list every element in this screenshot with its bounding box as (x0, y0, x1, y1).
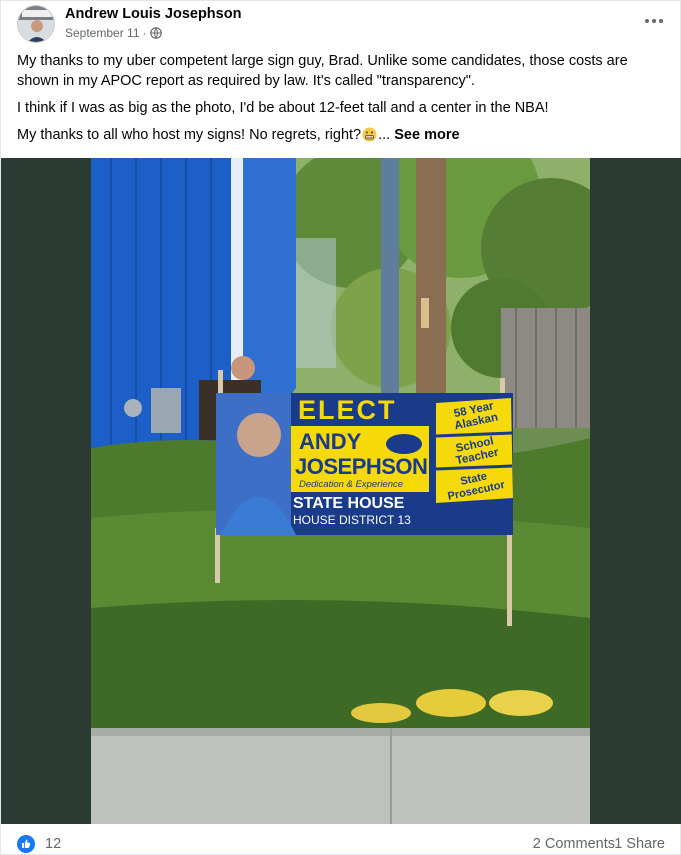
like-reaction-icon[interactable] (17, 835, 35, 853)
sign-elect: ELECT (298, 395, 397, 425)
sign-last-name: JOSEPHSON (295, 454, 428, 479)
sign-tagline: Dedication & Experience (299, 479, 404, 490)
post-meta: September 11 · (65, 26, 162, 40)
grimace-emoji-icon (362, 127, 377, 142)
post-paragraph-1: My thanks to my uber competent large sig… (17, 53, 628, 89)
post-last-line: My thanks to all who host my signs! No r… (17, 127, 362, 143)
ellipsis: ... (378, 127, 391, 143)
like-count[interactable]: 12 (45, 836, 61, 852)
post-paragraph-2: I think if I was as big as the photo, I'… (17, 100, 549, 116)
author-avatar[interactable] (17, 5, 55, 43)
post-photo[interactable]: ELECT ANDY JOSEPHSON Dedication & Experi… (91, 158, 590, 824)
author-name[interactable]: Andrew Louis Josephson (65, 6, 241, 22)
post-header: Andrew Louis Josephson September 11 · (17, 5, 667, 45)
shares-link[interactable]: 1 Share (614, 836, 665, 852)
photo-container: ELECT ANDY JOSEPHSON Dedication & Experi… (1, 158, 681, 824)
post-paragraph-3: My thanks to all who host my signs! No r… (17, 125, 667, 145)
post-date[interactable]: September 11 (65, 26, 140, 40)
meta-separator: · (142, 26, 147, 40)
sign-first-name: ANDY (299, 429, 362, 454)
post-text: My thanks to my uber competent large sig… (17, 51, 667, 152)
see-more-link[interactable]: See more (394, 127, 459, 143)
globe-icon (149, 27, 162, 39)
more-options-icon[interactable] (641, 11, 667, 31)
post-footer: 12 2 Comments 1 Share (17, 833, 667, 855)
sign-district: HOUSE DISTRICT 13 (293, 513, 411, 527)
facebook-post: Andrew Louis Josephson September 11 · My… (0, 0, 681, 855)
comments-link[interactable]: 2 Comments (533, 836, 615, 852)
sign-office: STATE HOUSE (293, 495, 405, 512)
